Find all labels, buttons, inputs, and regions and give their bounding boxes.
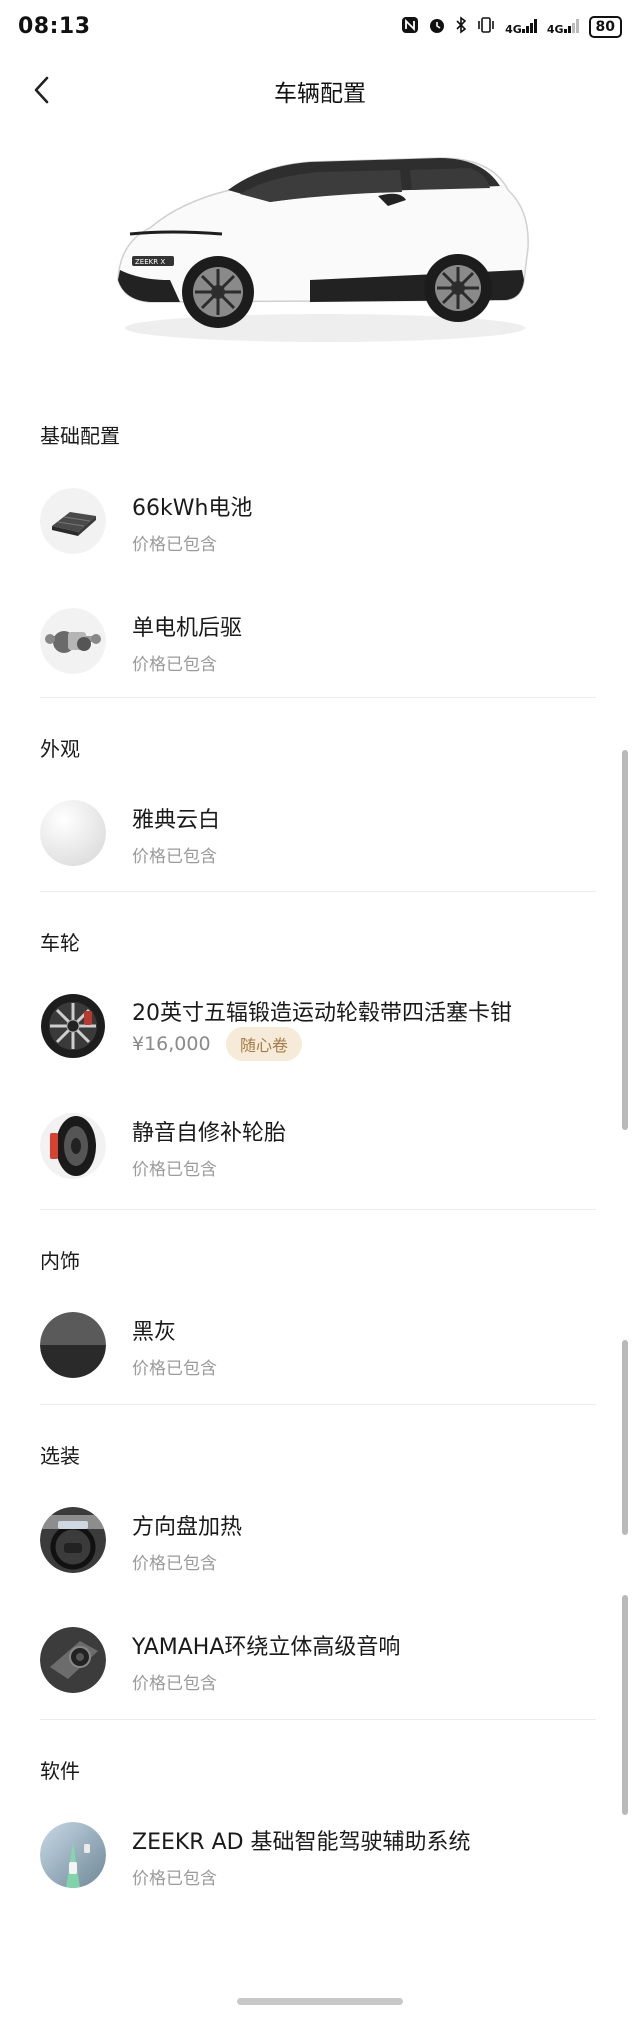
nfc-icon bbox=[401, 16, 419, 38]
item-name: 66kWh电池 bbox=[132, 496, 253, 521]
car-image: ZEEKR X bbox=[110, 130, 540, 355]
rear-motor-icon bbox=[40, 608, 106, 674]
home-indicator[interactable] bbox=[237, 1998, 403, 2005]
driving-assist-icon bbox=[40, 1822, 106, 1888]
config-item-driving-assist[interactable]: ZEEKR AD 基础智能驾驶辅助系统 价格已包含 bbox=[40, 1822, 596, 1892]
section-divider bbox=[40, 697, 596, 698]
config-item-heated-wheel[interactable]: 方向盘加热 价格已包含 bbox=[40, 1507, 596, 1577]
section-title-interior: 内饰 bbox=[40, 1249, 80, 1273]
item-price: ¥16,000 bbox=[132, 1033, 211, 1055]
config-item-tires[interactable]: 静音自修补轮胎 价格已包含 bbox=[40, 1113, 596, 1183]
scrollbar-segment[interactable] bbox=[622, 1340, 628, 1535]
section-title-exterior: 外观 bbox=[40, 737, 80, 761]
config-item-motor[interactable]: 单电机后驱 价格已包含 bbox=[40, 608, 596, 678]
section-title-options: 选装 bbox=[40, 1444, 80, 1468]
item-price-status: 价格已包含 bbox=[132, 535, 217, 555]
bluetooth-icon bbox=[455, 16, 467, 38]
scrollbar-segment[interactable] bbox=[622, 750, 628, 1130]
item-name: 单电机后驱 bbox=[132, 616, 243, 641]
battery-pack-icon bbox=[40, 488, 106, 554]
speaker-icon bbox=[40, 1627, 106, 1693]
item-name: 20英寸五辐锻造运动轮毂带四活塞卡钳 bbox=[132, 1001, 512, 1026]
coupon-badge[interactable]: 随心卷 bbox=[226, 1027, 303, 1061]
item-name: ZEEKR AD 基础智能驾驶辅助系统 bbox=[132, 1830, 471, 1855]
section-title-software: 软件 bbox=[40, 1759, 80, 1783]
item-price-status: 价格已包含 bbox=[132, 1554, 217, 1574]
item-name: 黑灰 bbox=[132, 1320, 177, 1345]
scrollbar-segment[interactable] bbox=[622, 1595, 628, 1815]
item-price-status: 价格已包含 bbox=[132, 1160, 217, 1180]
item-price-status: 价格已包含 bbox=[132, 1674, 217, 1694]
white-paint-swatch bbox=[40, 800, 106, 866]
nav-bar: 车辆配置 bbox=[0, 60, 640, 120]
section-divider bbox=[40, 1719, 596, 1720]
section-divider bbox=[40, 1209, 596, 1210]
steering-wheel-icon bbox=[40, 1507, 106, 1573]
vibrate-icon bbox=[476, 16, 496, 38]
config-item-wheels[interactable]: 20英寸五辐锻造运动轮毂带四活塞卡钳 ¥16,000 随心卷 bbox=[40, 993, 596, 1063]
item-name: 静音自修补轮胎 bbox=[132, 1121, 287, 1146]
alarm-icon bbox=[428, 16, 446, 38]
page-title: 车辆配置 bbox=[274, 81, 366, 107]
item-price-status: 价格已包含 bbox=[132, 1359, 217, 1379]
status-time: 08:13 bbox=[18, 14, 91, 39]
section-divider bbox=[40, 891, 596, 892]
config-item-audio[interactable]: YAMAHA环绕立体高级音响 价格已包含 bbox=[40, 1627, 596, 1697]
item-price-status: 价格已包含 bbox=[132, 847, 217, 867]
section-title-wheels: 车轮 bbox=[40, 931, 80, 955]
section-title-basic: 基础配置 bbox=[40, 424, 120, 448]
signal-4g-1-icon: 4G bbox=[505, 18, 538, 36]
item-name: 方向盘加热 bbox=[132, 1515, 243, 1540]
tire-icon bbox=[40, 1113, 106, 1179]
item-price-status: 价格已包含 bbox=[132, 655, 217, 675]
item-name: YAMAHA环绕立体高级音响 bbox=[132, 1635, 401, 1660]
section-divider bbox=[40, 1404, 596, 1405]
battery-indicator: 80 bbox=[588, 16, 622, 38]
status-icons: 4G 4G 80 bbox=[401, 16, 622, 38]
status-bar: 08:13 4G 4G 80 bbox=[0, 0, 640, 56]
config-item-interior[interactable]: 黑灰 价格已包含 bbox=[40, 1312, 596, 1382]
config-item-battery[interactable]: 66kWh电池 价格已包含 bbox=[40, 488, 596, 558]
signal-4g-2-icon: 4G bbox=[547, 18, 580, 36]
interior-color-swatch bbox=[40, 1312, 106, 1378]
config-item-paint[interactable]: 雅典云白 价格已包含 bbox=[40, 800, 596, 870]
item-price-status: 价格已包含 bbox=[132, 1869, 217, 1889]
car-badge: ZEEKR X bbox=[135, 258, 165, 266]
item-name: 雅典云白 bbox=[132, 808, 221, 833]
wheel-icon bbox=[40, 993, 106, 1059]
